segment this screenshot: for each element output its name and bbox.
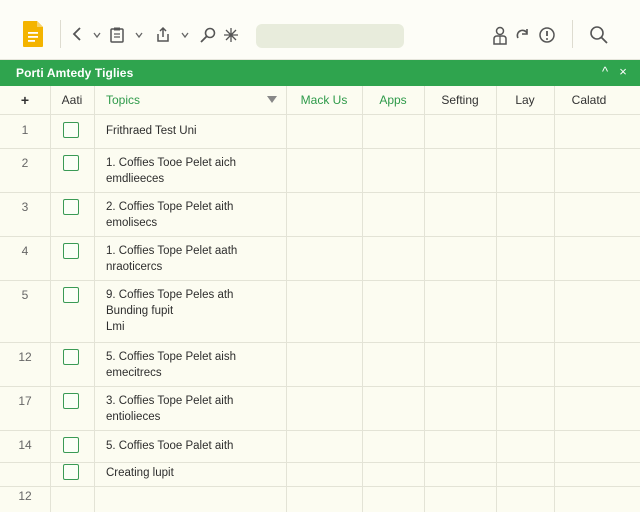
row-number: 4 bbox=[21, 244, 29, 258]
row-number: 2 bbox=[21, 156, 29, 170]
column-divider bbox=[50, 86, 51, 512]
magic-icon[interactable] bbox=[222, 26, 240, 44]
column-header-aati[interactable]: Aati bbox=[50, 86, 94, 114]
row-checkbox[interactable] bbox=[63, 349, 79, 365]
redo-icon[interactable] bbox=[514, 26, 532, 44]
topic-cell[interactable]: 9. Coffies Tope Peles ath Bunding fupit … bbox=[106, 287, 284, 335]
add-row-button[interactable]: + bbox=[0, 86, 50, 114]
column-header-lay[interactable]: Lay bbox=[496, 86, 554, 114]
row-divider bbox=[0, 148, 640, 149]
search-icon[interactable] bbox=[589, 25, 609, 45]
row-number: 14 bbox=[18, 438, 32, 452]
row-checkbox[interactable] bbox=[63, 199, 79, 215]
row-divider bbox=[0, 114, 640, 115]
topic-cell[interactable]: 5. Coffies Tope Pelet aish emecitrecs bbox=[106, 349, 284, 381]
column-header-topics[interactable]: Topics bbox=[94, 86, 286, 114]
share-icon[interactable] bbox=[154, 25, 174, 45]
row-number: 3 bbox=[21, 200, 29, 214]
row-number: 17 bbox=[18, 394, 32, 408]
column-divider bbox=[362, 86, 363, 512]
toolbar bbox=[0, 0, 640, 60]
row-divider bbox=[0, 430, 640, 431]
column-header-apps[interactable]: Apps bbox=[362, 86, 424, 114]
column-divider bbox=[94, 86, 95, 512]
collapse-icon[interactable]: ^ bbox=[598, 65, 612, 79]
clipboard-icon[interactable] bbox=[108, 26, 126, 44]
chevron-down-icon[interactable] bbox=[92, 30, 102, 40]
column-divider bbox=[496, 86, 497, 512]
row-number: 5 bbox=[21, 288, 29, 302]
row-checkbox[interactable] bbox=[63, 287, 79, 303]
topic-cell[interactable]: 1. Coffies Tope Pelet aath nraoticercs bbox=[106, 243, 284, 275]
row-divider bbox=[0, 486, 640, 487]
topic-cell[interactable]: Frithraed Test Uni bbox=[106, 123, 284, 139]
person-icon[interactable] bbox=[490, 25, 510, 47]
row-checkbox[interactable] bbox=[63, 437, 79, 453]
close-icon[interactable]: × bbox=[616, 65, 630, 79]
document-icon[interactable] bbox=[20, 20, 46, 48]
chevron-down-icon[interactable] bbox=[134, 30, 144, 40]
row-divider bbox=[0, 342, 640, 343]
topic-cell[interactable]: Creating lupit bbox=[106, 465, 284, 481]
topic-cell[interactable]: 3. Coffies Tope Pelet aith entiolieces bbox=[106, 393, 284, 425]
row-divider bbox=[0, 386, 640, 387]
sheet-title: Porti Amtedy Tiglies bbox=[16, 66, 134, 80]
row-divider bbox=[0, 462, 640, 463]
column-header-calatd[interactable]: Calatd bbox=[554, 86, 624, 114]
column-header-sefting[interactable]: Sefting bbox=[424, 86, 496, 114]
topic-cell[interactable]: 5. Coffies Tooe Palet aith bbox=[106, 438, 284, 454]
column-divider bbox=[554, 86, 555, 512]
row-checkbox[interactable] bbox=[63, 122, 79, 138]
row-number: 12 bbox=[18, 489, 32, 503]
filter-dropdown-icon[interactable] bbox=[266, 95, 278, 105]
row-divider bbox=[0, 236, 640, 237]
row-checkbox[interactable] bbox=[63, 393, 79, 409]
row-number: 12 bbox=[18, 350, 32, 364]
row-divider bbox=[0, 192, 640, 193]
toolbar-divider bbox=[572, 20, 573, 48]
search-tool-icon[interactable] bbox=[198, 25, 218, 45]
row-divider bbox=[0, 280, 640, 281]
row-checkbox[interactable] bbox=[63, 464, 79, 480]
search-field[interactable] bbox=[256, 24, 404, 48]
row-checkbox[interactable] bbox=[63, 155, 79, 171]
row-checkbox[interactable] bbox=[63, 243, 79, 259]
sheet-title-bar: Porti Amtedy Tiglies ^ × bbox=[0, 60, 640, 86]
spreadsheet-grid: + Aati Topics Mack Us Apps Sefting Lay C… bbox=[0, 86, 640, 512]
topic-cell[interactable]: 2. Coffies Tope Pelet aith emolisecs bbox=[106, 199, 284, 231]
back-icon[interactable] bbox=[70, 26, 86, 42]
chevron-down-icon[interactable] bbox=[180, 30, 190, 40]
info-icon[interactable] bbox=[538, 26, 556, 44]
column-header-mack-us[interactable]: Mack Us bbox=[286, 86, 362, 114]
column-divider bbox=[286, 86, 287, 512]
column-divider bbox=[424, 86, 425, 512]
topic-cell[interactable]: 1. Coffies Tooe Pelet aich emdlieeces bbox=[106, 155, 284, 187]
toolbar-divider bbox=[60, 20, 61, 48]
row-number: 1 bbox=[21, 123, 29, 137]
